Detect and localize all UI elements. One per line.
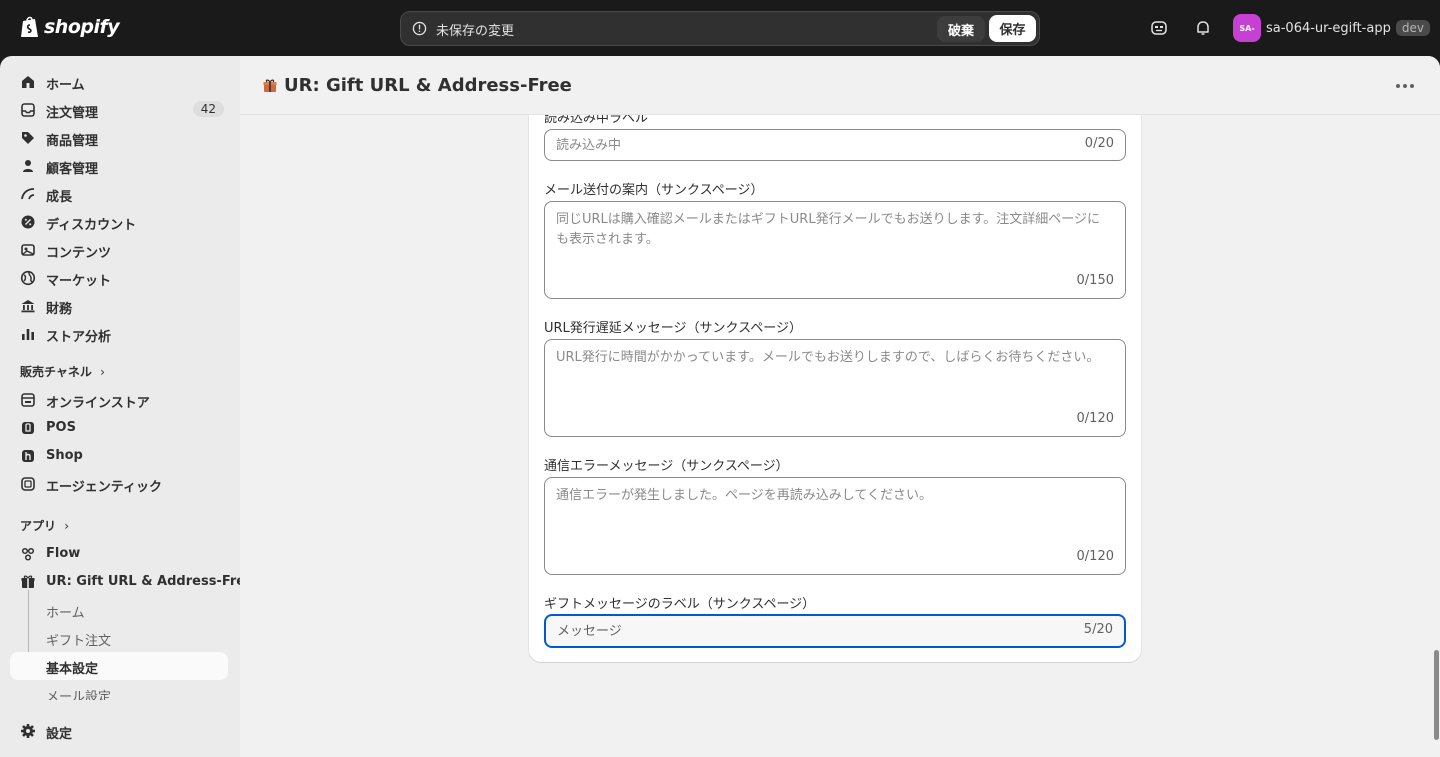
char-count: 0/150	[1076, 273, 1114, 288]
settings-card: 読み込み中ラベル 読み込み中 0/20 メール送付の案内（サンクスページ） 同じ…	[529, 96, 1141, 662]
shopify-bag-icon	[21, 16, 38, 37]
home-icon	[22, 76, 34, 88]
sidebar-item-flow[interactable]: Flow	[10, 540, 228, 568]
store-name: sa-064-ur-egift-app	[1266, 20, 1391, 36]
main-content: UR: Gift URL & Address-Free 読み込み中ラベル 読み込…	[240, 56, 1440, 757]
store-icon	[21, 393, 35, 407]
sidebar-item-customers[interactable]: 顧客管理	[10, 152, 228, 180]
account-menu[interactable]: SA- sa-064-ur-egift-app dev	[1233, 14, 1430, 42]
chart-icon	[22, 329, 34, 340]
sidebar-item-orders[interactable]: 注文管理 42	[10, 96, 228, 124]
email-notice-label: メール送付の案内（サンクスページ）	[544, 183, 764, 198]
sidebar-item-content[interactable]: コンテンツ	[10, 236, 228, 264]
bell-icon[interactable]	[1194, 19, 1212, 37]
alert-circle-icon	[412, 21, 427, 36]
avatar: SA-	[1233, 14, 1261, 42]
sidebar-item-finance[interactable]: 財務	[10, 292, 228, 320]
gear-icon	[21, 724, 35, 738]
email-notice-textarea[interactable]: 同じURLは購入確認メールまたはギフトURL発行メールでもお送りします。注文詳細…	[544, 201, 1126, 299]
delay-message-label: URL発行遅延メッセージ（サンクスページ）	[544, 321, 802, 336]
sidebar-item-analytics[interactable]: ストア分析	[10, 320, 228, 348]
error-message-label: 通信エラーメッセージ（サンクスページ）	[544, 459, 789, 474]
gift-message-label-input[interactable]: メッセージ 5/20	[544, 614, 1126, 648]
apps-heading[interactable]: アプリ ›	[20, 517, 69, 534]
sidebar-item-home[interactable]: ホーム	[10, 68, 228, 96]
char-count: 0/120	[1076, 411, 1114, 426]
sidebar-item-agentic[interactable]: エージェンティック	[10, 470, 228, 498]
globe-icon	[20, 270, 36, 286]
gift-icon	[263, 79, 277, 92]
sales-channels-heading[interactable]: 販売チャネル ›	[20, 363, 105, 380]
sidebar-item-discounts[interactable]: ディスカウント	[10, 208, 228, 236]
gift-message-label-label: ギフトメッセージのラベル（サンクスページ）	[544, 597, 816, 612]
char-count: 5/20	[1083, 622, 1113, 637]
sidebar-item-markets[interactable]: マーケット	[10, 264, 228, 292]
sidebar-item-online-store[interactable]: オンラインストア	[10, 386, 228, 414]
sidebar-item-settings[interactable]: 設定	[10, 717, 228, 745]
pos-icon	[22, 422, 34, 434]
sidebar-subitem-app-home[interactable]: ホーム	[10, 596, 228, 624]
sidebar-item-gift-app[interactable]: UR: Gift URL & Address-Free	[10, 568, 240, 596]
more-actions-icon[interactable]	[1396, 84, 1414, 88]
content-icon	[21, 244, 35, 256]
contextual-save-bar: 未保存の変更 破棄 保存	[400, 11, 1040, 46]
app-title-bar: UR: Gift URL & Address-Free	[240, 56, 1440, 115]
chevron-right-icon: ›	[64, 519, 70, 533]
agentic-icon	[21, 477, 35, 491]
shopify-logo[interactable]: shopify	[20, 15, 120, 39]
char-count: 0/20	[1084, 136, 1114, 151]
unsaved-changes-text: 未保存の変更	[436, 24, 515, 39]
scrollbar-thumb[interactable]	[1434, 650, 1439, 740]
sidebar-subitem-gift-orders[interactable]: ギフト注文	[10, 624, 228, 652]
orders-count-badge: 42	[192, 101, 224, 117]
person-icon	[23, 160, 33, 172]
tag-icon	[22, 132, 34, 144]
discount-icon	[21, 215, 35, 229]
growth-icon	[21, 188, 35, 200]
delay-message-textarea[interactable]: URL発行に時間がかかっています。メールでもお送りしますので、しばらくお待ちくだ…	[544, 339, 1126, 437]
top-bar: shopify 未保存の変更 破棄 保存 SA- sa-064-ur-egift…	[0, 0, 1440, 56]
sidebar: ホーム 注文管理 42 商品管理 顧客管理 成長 ディスカウント コンテンツ マ…	[0, 56, 240, 757]
save-button[interactable]: 保存	[989, 15, 1036, 42]
sidebar-subitem-email-settings[interactable]: メール設定	[10, 680, 228, 700]
chevron-right-icon: ›	[100, 365, 105, 379]
brand-name: shopify	[44, 16, 120, 38]
sidebar-item-products[interactable]: 商品管理	[10, 124, 228, 152]
shop-icon	[22, 450, 34, 462]
sidekick-icon[interactable]	[1150, 19, 1168, 37]
flow-icon	[21, 547, 35, 561]
discard-button[interactable]: 破棄	[937, 16, 985, 42]
loading-label-input[interactable]: 読み込み中 0/20	[544, 129, 1126, 161]
page-title: UR: Gift URL & Address-Free	[284, 75, 572, 96]
bank-icon	[21, 300, 35, 313]
gift-icon	[21, 575, 35, 588]
sidebar-subitem-basic-settings[interactable]: 基本設定	[10, 652, 228, 680]
char-count: 0/120	[1076, 549, 1114, 564]
orders-icon	[21, 103, 35, 117]
sidebar-item-growth[interactable]: 成長	[10, 180, 228, 208]
env-badge: dev	[1395, 20, 1430, 36]
sidebar-item-pos[interactable]: POS	[10, 414, 228, 442]
error-message-textarea[interactable]: 通信エラーが発生しました。ページを再読み込みしてください。 0/120	[544, 477, 1126, 575]
sidebar-item-shop[interactable]: Shop	[10, 442, 228, 470]
